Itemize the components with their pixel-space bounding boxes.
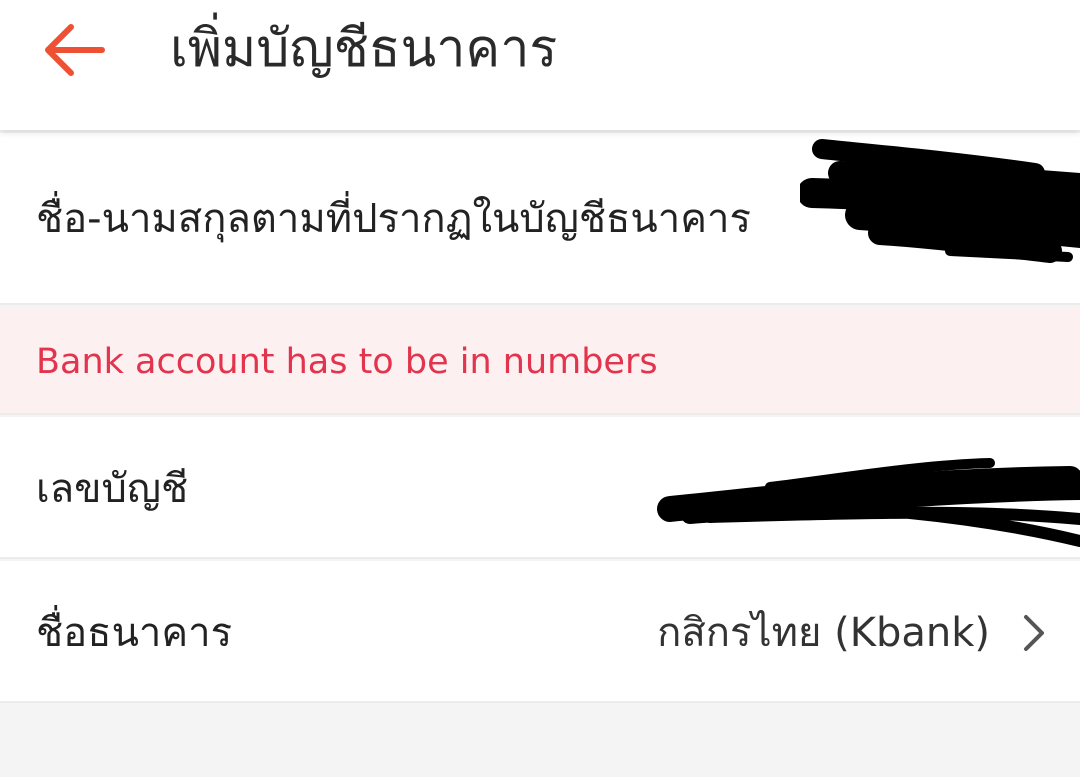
bank-name-label: ชื่อธนาคาร (36, 610, 233, 656)
chevron-right-icon (1024, 615, 1044, 651)
arrow-left-icon (45, 24, 105, 76)
page-title: เพิ่มบัญชีธนาคาร (170, 19, 558, 79)
account-number-label: เลขบัญชี (36, 466, 189, 512)
bank-name-row[interactable]: ชื่อธนาคาร กสิกรไทย (Kbank) (0, 561, 1080, 703)
selected-bank-value: กสิกรไทย (Kbank) (657, 610, 990, 656)
app-bar: เพิ่มบัญชีธนาคาร (0, 0, 1080, 130)
validation-error-banner: Bank account has to be in numbers (0, 307, 1080, 415)
back-button[interactable] (28, 10, 118, 90)
account-number-row[interactable]: เลขบัญชี (0, 417, 1080, 559)
redacted-account-number (657, 458, 1080, 547)
error-message: Bank account has to be in numbers (36, 342, 658, 382)
account-holder-name-label: ชื่อ-นามสกุลตามที่ปรากฏในบัญชีธนาคาร (36, 196, 751, 242)
redacted-name-value (800, 139, 1080, 263)
account-holder-name-row[interactable]: ชื่อ-นามสกุลตามที่ปรากฏในบัญชีธนาคาร (0, 133, 1080, 305)
